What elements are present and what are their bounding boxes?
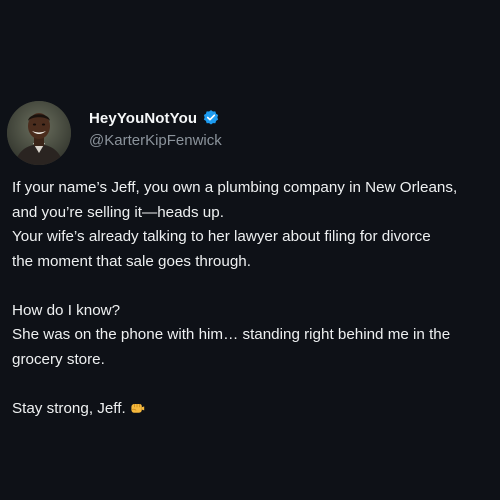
- fist-bump-emoji: [129, 400, 145, 416]
- verified-badge-icon: [202, 109, 220, 127]
- tweet-line: Your wife’s already talking to her lawye…: [12, 228, 431, 245]
- tweet-line: How do I know?: [12, 301, 121, 319]
- tweet-line: the moment that sale goes through.: [12, 252, 251, 270]
- tweet-line: and you’re selling it—heads up.: [12, 203, 224, 221]
- avatar[interactable]: [7, 101, 71, 165]
- tweet-line: If your name’s Jeff, you own a plumbing …: [12, 179, 458, 196]
- author-name-row: HeyYouNotYou: [89, 108, 220, 128]
- tweet-body: If your name’s Jeff, you own a plumbing …: [12, 176, 496, 421]
- tweet-card: HeyYouNotYou @KarterKipFenwick If your n…: [0, 0, 500, 500]
- tweet-line: She was on the phone with him… standing …: [12, 326, 451, 343]
- avatar-image: [7, 101, 71, 165]
- tweet-line: Stay strong, Jeff.: [12, 399, 126, 417]
- author-handle[interactable]: @KarterKipFenwick: [89, 132, 222, 149]
- tweet-line: grocery store.: [12, 350, 105, 368]
- author-display-name[interactable]: HeyYouNotYou: [89, 110, 197, 127]
- tweet-last-line: Stay strong, Jeff.: [12, 397, 496, 422]
